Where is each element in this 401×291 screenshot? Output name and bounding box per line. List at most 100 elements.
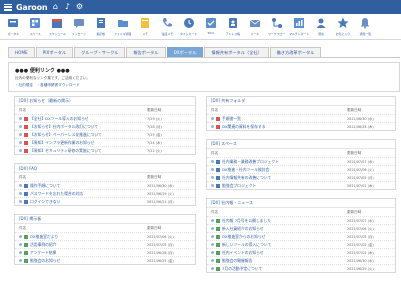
list-item-subject[interactable]: 勉強会のお知らせ bbox=[19, 258, 147, 264]
list-item-subject[interactable]: 【お知らせ】ペーパーレス化推進について bbox=[19, 132, 147, 138]
portlet-title[interactable]: [DX] お知らせ（最新の掲示） bbox=[15, 97, 195, 106]
toolbar-memo-button[interactable]: メモ bbox=[134, 14, 156, 40]
list-item[interactable]: 新入社員紹介のお知らせ 2021/07/06 (火) bbox=[207, 224, 395, 232]
tab-0[interactable]: HOME bbox=[8, 47, 35, 57]
toolbar-timecard-button[interactable]: タイムカード bbox=[178, 14, 200, 40]
tab-4[interactable]: DXポータル bbox=[166, 47, 204, 57]
list-item[interactable]: 活用事例の紹介 2021/07/05 (月) bbox=[15, 240, 195, 248]
top-header: Garoon ⌂ ♪ ⚙ bbox=[0, 0, 401, 14]
portlet-title[interactable]: [DX] 共有フォルダ bbox=[207, 97, 395, 106]
list-item-subject[interactable]: 手順書一覧 bbox=[211, 116, 347, 122]
list-item[interactable]: ログインできない 2021/06/21 (月) bbox=[15, 197, 195, 205]
document-icon bbox=[24, 183, 28, 188]
toolbar-label: お気に入り bbox=[335, 32, 351, 36]
toolbar-notify-button[interactable]: 通知一覧 bbox=[354, 14, 376, 40]
list-item-subject[interactable]: 7月の活動予定について bbox=[211, 266, 347, 272]
toolbar-phone-button[interactable]: 電話メモ bbox=[156, 14, 178, 40]
list-item-subject[interactable]: 【周知】セキュリティ研修の実施について bbox=[19, 148, 147, 154]
list-item-subject[interactable]: DX推進室だより bbox=[19, 234, 147, 240]
list-item-subject[interactable]: DX推進室からのお知らせ bbox=[211, 234, 347, 240]
app-logo[interactable]: Garoon bbox=[16, 3, 48, 12]
left-portlet-1: [DX] FAQ 件名 更新日時 操作手順について 2021/06/30 (水) パスワー… bbox=[14, 163, 196, 206]
list-item[interactable]: 社内イベントのお知らせ 2021/07/01 (木) bbox=[207, 248, 395, 256]
list-item[interactable]: パスワードを忘れた場合の対応 2021/06/29 (火) bbox=[15, 189, 195, 197]
useful-links-list[interactable]: ・社内規定 ・各種申請書ダウンロード bbox=[15, 83, 393, 88]
tab-5[interactable]: 情報共有ポータル（全社） bbox=[204, 47, 269, 57]
list-item-subject[interactable]: 活用事例の紹介 bbox=[19, 242, 147, 248]
portlet-title[interactable]: [DX] FAQ bbox=[15, 164, 195, 173]
toolbar-portal-button[interactable]: ポータル bbox=[2, 14, 24, 40]
list-item[interactable]: 操作手順について 2021/06/30 (水) bbox=[15, 181, 195, 189]
portlet-header-row: 件名 更新日時 bbox=[207, 149, 395, 157]
list-item-text: 勉強会プロジェクト bbox=[222, 182, 257, 188]
list-item-subject[interactable]: 新しいツールの導入について bbox=[211, 242, 347, 248]
list-item-subject[interactable]: 【全社】DXツール導入のお知らせ bbox=[19, 116, 147, 122]
toolbar-schedule-button[interactable]: スケジュール bbox=[46, 14, 68, 40]
list-item-subject[interactable]: DX関連の資料を保存する bbox=[211, 124, 347, 130]
toolbar-message-button[interactable]: メッセージ bbox=[68, 14, 90, 40]
bullet-icon bbox=[19, 251, 22, 254]
phone-icon bbox=[161, 17, 173, 29]
list-item-subject[interactable]: 社内イベントのお知らせ bbox=[211, 250, 347, 256]
list-item-subject[interactable]: 操作手順について bbox=[19, 183, 147, 189]
list-item[interactable]: 社内報 7月号を公開しました 2021/07/07 (水) bbox=[207, 216, 395, 224]
list-item-text: 【お知らせ】社内ポータル改訂について bbox=[30, 123, 99, 129]
tab-2[interactable]: グループ・サークル bbox=[74, 47, 126, 57]
list-item[interactable]: 手順書一覧 2021/06/30 (水) bbox=[207, 114, 395, 122]
bullet-icon bbox=[19, 243, 22, 246]
toolbar-todo-button[interactable]: ToDo bbox=[200, 14, 222, 40]
portlet-title[interactable]: [DX] 掲示板 bbox=[15, 215, 195, 224]
toolbar-cabinet-button[interactable]: ファイル管理 bbox=[112, 14, 134, 40]
list-item-subject[interactable]: DX推進・社内ツール検討会 bbox=[211, 167, 347, 173]
list-item[interactable]: DX推進・社内ツール検討会 2021/07/06 (火) bbox=[207, 165, 395, 173]
home-icon[interactable]: ⌂ bbox=[51, 3, 59, 11]
toolbar-address-button[interactable]: アドレス帳 bbox=[222, 14, 244, 40]
column-header-updated: 更新日時 bbox=[347, 151, 362, 155]
list-item[interactable]: 社内情報共有の改善について 2021/07/05 (月) bbox=[207, 173, 395, 181]
list-item-subject[interactable]: 社内報 7月号を公開しました bbox=[211, 218, 347, 224]
hamburger-menu-icon[interactable] bbox=[4, 3, 12, 11]
toolbar-label: マルチレポート bbox=[288, 32, 310, 36]
list-item-subject[interactable]: パスワードを忘れた場合の対応 bbox=[19, 191, 147, 197]
list-item-subject[interactable]: 社内業務・業務改善プロジェクト bbox=[211, 159, 347, 165]
list-item-subject[interactable]: アンケート結果 bbox=[19, 250, 147, 256]
list-item[interactable]: 【周知】インフラ更新作業のお知らせ 7/24 (木) bbox=[15, 138, 195, 146]
toolbar-report-button[interactable]: マルチレポート bbox=[288, 14, 310, 40]
list-item[interactable]: 【周知】セキュリティ研修の実施について 7/22 (火) bbox=[15, 146, 195, 154]
list-item[interactable]: 勉強会のお知らせ 2021/06/25 (金) bbox=[15, 256, 195, 264]
list-item-subject[interactable]: 新入社員紹介のお知らせ bbox=[211, 226, 347, 232]
tab-6[interactable]: 働き方改革ポータル bbox=[269, 47, 322, 57]
list-item[interactable]: 新しいツールの導入について 2021/07/02 (金) bbox=[207, 240, 395, 248]
list-item[interactable]: DX推進室からのお知らせ 2021/07/05 (月) bbox=[207, 232, 395, 240]
list-item-subject[interactable]: 勉強会プロジェクト bbox=[211, 183, 347, 189]
list-item[interactable]: DX推進室だより 2021/07/06 (火) bbox=[15, 232, 195, 240]
list-item[interactable]: 【全社】DXツール導入のお知らせ 7/29 (火) bbox=[15, 114, 195, 122]
settings-icon[interactable]: ⚙ bbox=[75, 3, 83, 11]
toolbar-favorites-button[interactable]: お気に入り bbox=[332, 14, 354, 40]
list-item-subject[interactable]: 【周知】インフラ更新作業のお知らせ bbox=[19, 140, 147, 146]
tab-3[interactable]: 報告ポータル bbox=[126, 47, 166, 57]
list-item[interactable]: 勉強会プロジェクト 2021/07/01 (木) bbox=[207, 181, 395, 189]
list-item-subject[interactable]: 勉強会の開催報告 bbox=[211, 258, 347, 264]
list-item[interactable]: DX関連の資料を保存する 2021/06/24 (木) bbox=[207, 122, 395, 130]
toolbar-mail-button[interactable]: メール bbox=[244, 14, 266, 40]
list-item[interactable]: 勉強会の開催報告 2021/06/30 (水) bbox=[207, 256, 395, 264]
list-item-subject[interactable]: 社内情報共有の改善について bbox=[211, 175, 347, 181]
toolbar-bulletin-button[interactable]: 掲示板 bbox=[90, 14, 112, 40]
bullet-icon bbox=[211, 176, 214, 179]
portlet-title[interactable]: [DX] スペース bbox=[207, 140, 395, 149]
list-item[interactable]: 【お知らせ】ペーパーレス化推進について 7/25 (金) bbox=[15, 130, 195, 138]
toolbar-space-button[interactable]: スペース bbox=[24, 14, 46, 40]
toolbar-presence-button[interactable]: 所在 bbox=[310, 14, 332, 40]
list-item[interactable]: アンケート結果 2021/06/28 (月) bbox=[15, 248, 195, 256]
portlet-title[interactable]: [DX] 社内報・ニュース bbox=[207, 199, 395, 208]
list-item[interactable]: 社内業務・業務改善プロジェクト 2021/07/07 (水) bbox=[207, 157, 395, 165]
document-icon bbox=[216, 116, 220, 121]
toolbar-workflow-button[interactable]: ワークフロー bbox=[266, 14, 288, 40]
list-item-subject[interactable]: ログインできない bbox=[19, 199, 147, 205]
list-item[interactable]: 7月の活動予定について 2021/06/29 (火) bbox=[207, 264, 395, 272]
list-item-subject[interactable]: 【お知らせ】社内ポータル改訂について bbox=[19, 124, 147, 130]
list-item[interactable]: 【お知らせ】社内ポータル改訂について 7/28 (月) bbox=[15, 122, 195, 130]
tab-1[interactable]: PIXポータル bbox=[35, 47, 74, 57]
bell-icon[interactable]: ♪ bbox=[63, 3, 71, 11]
